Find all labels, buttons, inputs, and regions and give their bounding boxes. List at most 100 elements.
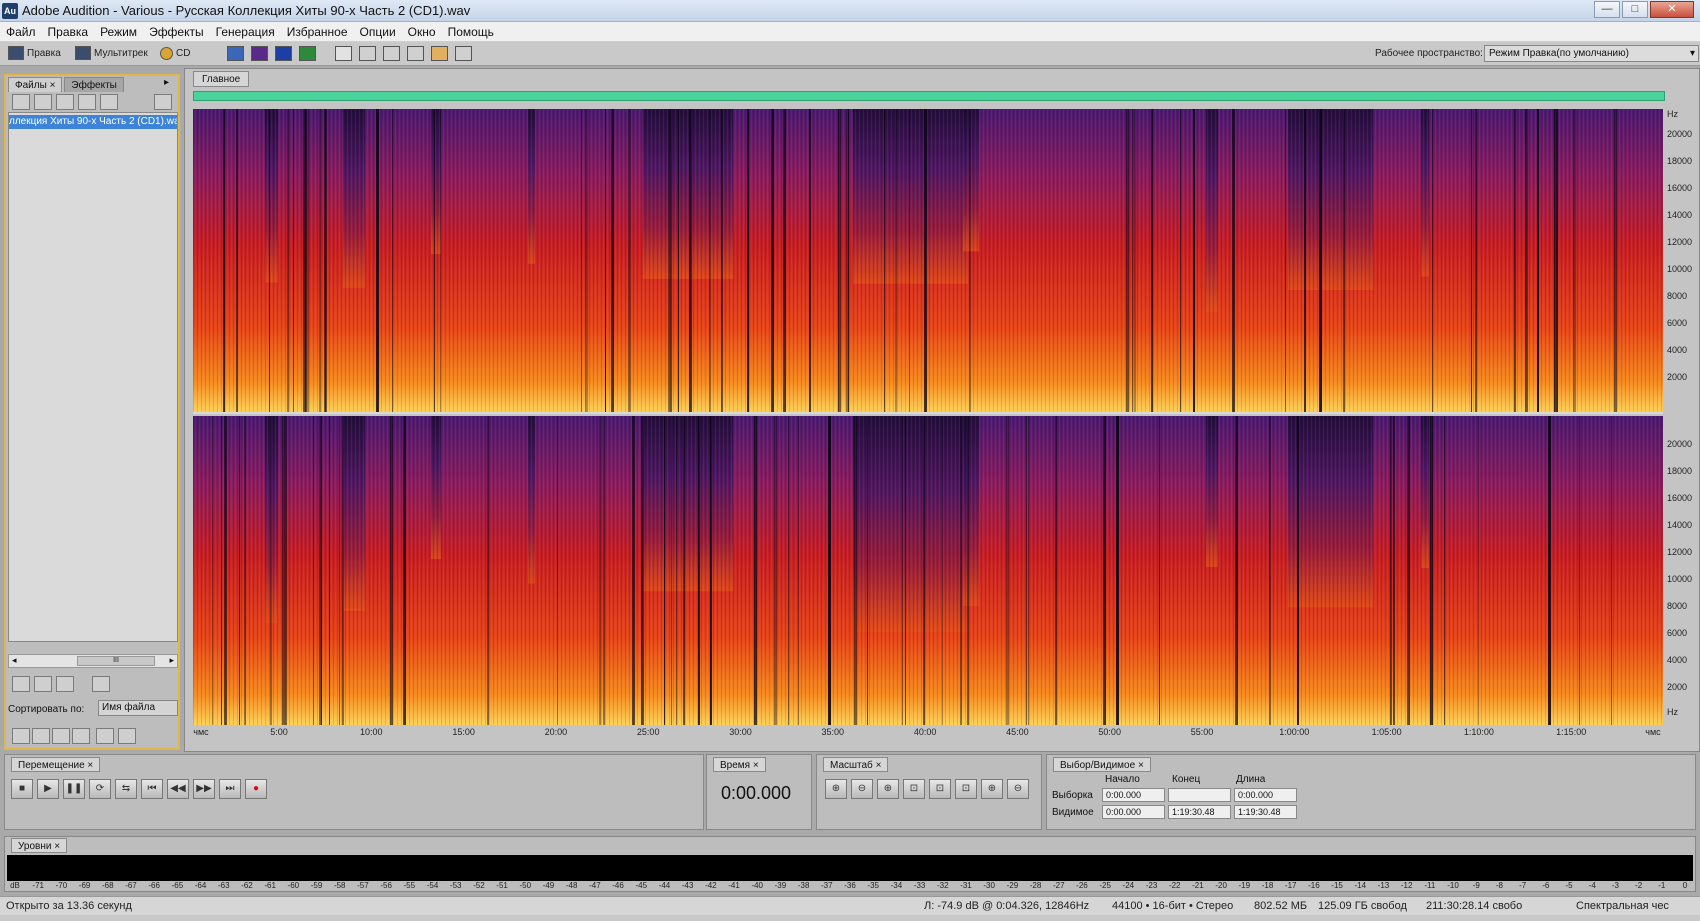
loop-icon[interactable] <box>34 676 52 692</box>
spectral-pan-view-icon[interactable] <box>275 46 292 61</box>
record-button[interactable]: ● <box>245 779 267 799</box>
status-cursor-info: Л: -74.9 dB @ 0:04.326, 12846Hz <box>924 900 1090 912</box>
meter-tick-label: -40 <box>751 881 763 890</box>
zoom-in-amplitude-icon[interactable]: ⊕ <box>825 779 847 799</box>
insert-file-icon[interactable] <box>78 94 96 110</box>
cd-files-icon[interactable] <box>118 728 136 744</box>
tab-files[interactable]: Файлы × <box>8 77 63 92</box>
meter-tick-label: -57 <box>357 881 369 890</box>
auto-play-icon[interactable] <box>12 676 30 692</box>
maximize-button[interactable]: □ <box>1622 1 1648 18</box>
menu-generate[interactable]: Генерация <box>210 22 281 42</box>
meter-tick-label: -70 <box>55 881 68 890</box>
file-list[interactable]: ллекция Хиты 90-х Часть 2 (CD1).wav <box>8 112 178 642</box>
time-tick-label: 15:00 <box>452 727 475 737</box>
sort-select[interactable]: Имя файла <box>98 700 178 716</box>
go-to-end-button[interactable]: ⏭ <box>219 779 241 799</box>
selection-length-field[interactable]: 0:00.000 <box>1234 788 1297 802</box>
list-item[interactable]: ллекция Хиты 90-х Часть 2 (CD1).wav <box>9 115 177 129</box>
horizontal-scrollbar[interactable]: ◂ III ▸ <box>8 654 178 668</box>
selection-start-field[interactable]: 0:00.000 <box>1102 788 1165 802</box>
file-options-icon[interactable] <box>154 94 172 110</box>
spot-healing-tool-icon[interactable] <box>431 46 448 61</box>
cd-mode-button[interactable]: CD <box>160 45 190 63</box>
brush-tool-icon[interactable] <box>407 46 424 61</box>
scroll-thumb[interactable]: III <box>77 656 155 666</box>
scroll-right-icon[interactable]: ▸ <box>169 655 174 666</box>
marquee-tool-icon[interactable] <box>359 46 376 61</box>
menu-help[interactable]: Помощь <box>442 22 500 42</box>
minimize-button[interactable]: — <box>1594 1 1620 18</box>
filter-icon[interactable] <box>96 728 114 744</box>
overview-bar[interactable] <box>193 91 1665 101</box>
open-file-icon[interactable] <box>12 94 30 110</box>
time-selection-tool-icon[interactable] <box>335 46 352 61</box>
zoom-selection-icon[interactable]: ⊡ <box>929 779 951 799</box>
stop-button[interactable]: ■ <box>11 779 33 799</box>
meter-tick-label: -9 <box>1472 881 1480 890</box>
play-button[interactable]: ▶ <box>37 779 59 799</box>
close-file-icon[interactable] <box>34 94 52 110</box>
tab-time[interactable]: Время × <box>713 757 766 772</box>
play-view-button[interactable]: ⟳ <box>89 779 111 799</box>
time-tick-label: 45:00 <box>1006 727 1029 737</box>
menu-mode[interactable]: Режим <box>94 22 143 42</box>
view-list-icon[interactable] <box>52 728 70 744</box>
meter-tick-label: -11 <box>1424 881 1436 890</box>
spectrogram-display[interactable] <box>193 109 1663 725</box>
selection-end-field[interactable] <box>1168 788 1231 802</box>
waveform-view-icon[interactable] <box>227 46 244 61</box>
menu-edit[interactable]: Правка <box>42 22 95 42</box>
view-end-field[interactable]: 1:19:30.48 <box>1168 805 1231 819</box>
time-tick-label: 25:00 <box>636 727 660 737</box>
spectral-phase-view-icon[interactable] <box>299 46 316 61</box>
menu-effects[interactable]: Эффекты <box>143 22 210 42</box>
volume-knob-icon[interactable] <box>92 676 110 692</box>
zoom-left-edge-icon[interactable]: ⊡ <box>955 779 977 799</box>
close-window-button[interactable]: ✕ <box>1650 1 1694 18</box>
tab-effects[interactable]: Эффекты <box>64 77 124 92</box>
meter-tick-label: -61 <box>264 881 276 890</box>
preview-play-icon[interactable] <box>56 676 74 692</box>
menu-options[interactable]: Опции <box>354 22 402 42</box>
tab-selection-view[interactable]: Выбор/Видимое × <box>1053 757 1151 772</box>
zoom-out-full-icon[interactable]: ⊡ <box>903 779 925 799</box>
zoom-in-vertical-icon[interactable]: ⊕ <box>981 779 1003 799</box>
tab-transport[interactable]: Перемещение × <box>11 757 101 772</box>
view-length-field[interactable]: 1:19:30.48 <box>1234 805 1297 819</box>
zoom-in-time-icon[interactable]: ⊕ <box>877 779 899 799</box>
scroll-left-icon[interactable]: ◂ <box>12 655 17 666</box>
zoom-out-amplitude-icon[interactable]: ⊖ <box>851 779 873 799</box>
go-to-start-button[interactable]: ⏮ <box>141 779 163 799</box>
import-file-icon[interactable] <box>56 94 74 110</box>
zoom-out-vertical-icon[interactable]: ⊖ <box>1007 779 1029 799</box>
play-file-icon[interactable] <box>100 94 118 110</box>
panel-menu-icon[interactable]: ▸ <box>164 77 169 88</box>
meter-tick-label: -49 <box>542 881 555 890</box>
workspace-select[interactable]: Режим Правка(по умолчанию) ▾ <box>1484 45 1699 62</box>
view-start-field[interactable]: 0:00.000 <box>1102 805 1165 819</box>
edit-mode-button[interactable]: Правка <box>8 45 61 63</box>
tab-main[interactable]: Главное <box>193 71 250 87</box>
fast-forward-button[interactable]: ▶▶ <box>193 779 215 799</box>
close-icon[interactable]: × <box>50 80 56 91</box>
tab-levels-label: Уровни <box>18 841 52 852</box>
menu-favorites[interactable]: Избранное <box>281 22 354 42</box>
tab-zoom[interactable]: Масштаб × <box>823 757 889 772</box>
menu-window[interactable]: Окно <box>402 22 442 42</box>
rewind-button[interactable]: ◀◀ <box>167 779 189 799</box>
lasso-tool-icon[interactable] <box>383 46 400 61</box>
view-details-icon[interactable] <box>72 728 90 744</box>
meter-tick-label: -3 <box>1611 881 1619 890</box>
hz-unit-label: Hz <box>1667 109 1678 119</box>
meter-tick-label: -17 <box>1284 881 1297 890</box>
multitrack-mode-button[interactable]: Мультитрек <box>75 45 148 63</box>
full-path-icon[interactable] <box>12 728 30 744</box>
spectral-frequency-view-icon[interactable] <box>251 46 268 61</box>
pause-button[interactable]: ❚❚ <box>63 779 85 799</box>
refresh-icon[interactable] <box>32 728 50 744</box>
tab-levels[interactable]: Уровни × <box>11 838 68 853</box>
loop-play-button[interactable]: ⇆ <box>115 779 137 799</box>
hand-tool-icon[interactable] <box>455 46 472 61</box>
menu-file[interactable]: Файл <box>0 22 42 42</box>
